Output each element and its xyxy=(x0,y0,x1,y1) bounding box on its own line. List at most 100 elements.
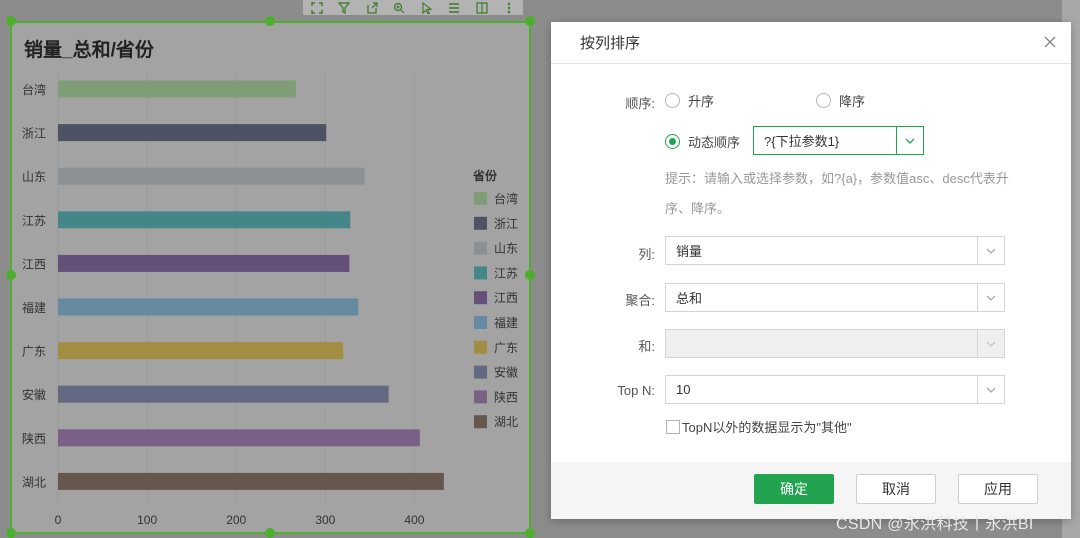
chart-panel[interactable]: 销量_总和/省份 0 100 200 300 400 台湾 浙江 山东 江苏 江西 福建 广东 安徽 陕西… xyxy=(10,21,531,534)
y-tick-label: 福建 xyxy=(22,300,46,315)
legend-item-label: 安徽 xyxy=(494,365,518,380)
radio-asc[interactable]: 升序 xyxy=(665,91,714,110)
bar xyxy=(58,472,444,490)
checkbox-box[interactable] xyxy=(666,419,680,434)
topn-value: 10 xyxy=(676,382,691,397)
radio-desc-dot[interactable] xyxy=(816,93,831,108)
bar xyxy=(58,254,350,272)
chevron-down-icon[interactable] xyxy=(896,127,923,154)
dialog-header: 按列排序 xyxy=(551,22,1071,64)
y-tick-label: 浙江 xyxy=(22,127,46,141)
y-tick-label: 陕西 xyxy=(22,431,46,446)
sort-by-column-dialog: 按列排序 顺序: 升序 降序 动态顺序 ?{下拉参数1} 提示：请输入或选择参数… xyxy=(551,22,1071,519)
legend-swatch xyxy=(474,390,487,404)
more-icon[interactable] xyxy=(502,2,516,14)
legend-item-label: 福建 xyxy=(494,315,518,330)
chevron-down-icon[interactable] xyxy=(977,376,1004,403)
column-select[interactable]: 销量 xyxy=(665,236,1005,265)
chevron-down-icon xyxy=(977,330,1004,357)
ok-button[interactable]: 确定 xyxy=(754,474,834,504)
filter-icon[interactable] xyxy=(337,1,351,14)
resize-handle-top-right[interactable] xyxy=(525,16,535,26)
legend-swatch xyxy=(474,415,487,429)
y-tick-label: 山东 xyxy=(22,170,46,184)
radio-dynamic[interactable]: 动态顺序 xyxy=(665,132,740,151)
list-icon[interactable] xyxy=(447,2,461,14)
order-label: 顺序: xyxy=(625,96,655,111)
sum-select xyxy=(665,329,1005,358)
legend-swatch xyxy=(474,266,487,280)
bar xyxy=(58,429,420,447)
resize-handle-bottom-right[interactable] xyxy=(525,528,535,538)
radio-asc-dot[interactable] xyxy=(665,93,680,108)
cancel-button[interactable]: 取消 xyxy=(856,474,936,504)
legend-item-label: 浙江 xyxy=(494,217,518,231)
radio-desc[interactable]: 降序 xyxy=(816,91,865,110)
resize-handle-mid-left[interactable] xyxy=(6,270,16,280)
aggregation-select[interactable]: 总和 xyxy=(665,283,1005,312)
legend-swatch xyxy=(474,192,487,205)
bar xyxy=(58,298,359,316)
resize-handle-bottom-center[interactable] xyxy=(265,528,275,538)
topn-other-checkbox[interactable]: TopN以外的数据显示为"其他" xyxy=(666,417,852,436)
aggregation-value: 总和 xyxy=(676,291,703,306)
bar xyxy=(58,167,365,185)
radio-dynamic-label: 动态顺序 xyxy=(688,135,741,150)
legend-swatch xyxy=(474,340,487,354)
watermark: CSDN @永洪科技丨永洪BI xyxy=(836,516,1034,533)
close-icon[interactable] xyxy=(1043,35,1057,49)
legend-item-label: 江苏 xyxy=(494,266,518,280)
y-tick-label: 台湾 xyxy=(22,82,46,97)
radio-desc-label: 降序 xyxy=(839,94,866,109)
y-tick-label: 江西 xyxy=(22,257,46,271)
legend-item-label: 陕西 xyxy=(494,389,518,404)
x-tick-label: 0 xyxy=(55,513,62,527)
resize-handle-top-left[interactable] xyxy=(6,16,16,26)
y-tick-label: 广东 xyxy=(22,345,46,359)
bar xyxy=(58,342,344,360)
bar-chart: 0 100 200 300 400台湾浙江山东江苏江西福建广东安徽陕西湖北省份台湾浙江山… xyxy=(22,71,518,527)
export-icon[interactable] xyxy=(365,1,379,14)
legend-item-label: 山东 xyxy=(494,242,518,256)
legend-item-label: 江西 xyxy=(494,291,518,305)
dialog-title: 按列排序 xyxy=(580,35,641,52)
radio-dynamic-dot[interactable] xyxy=(665,134,680,149)
expand-icon[interactable] xyxy=(310,1,324,14)
bar xyxy=(58,211,351,229)
y-tick-label: 安徽 xyxy=(22,387,46,402)
dynamic-order-value: ?{下拉参数1} xyxy=(764,134,840,149)
select-icon[interactable] xyxy=(420,1,434,14)
column-label: 列: xyxy=(638,247,655,262)
legend-swatch xyxy=(474,241,487,255)
chevron-down-icon[interactable] xyxy=(977,284,1004,311)
zoom-icon[interactable] xyxy=(392,2,406,14)
legend-item-label: 广东 xyxy=(494,341,518,355)
x-tick-label: 300 xyxy=(315,513,335,527)
x-tick-label: 200 xyxy=(226,513,246,527)
y-tick-label: 湖北 xyxy=(22,474,46,489)
legend-swatch xyxy=(474,316,487,329)
radio-asc-label: 升序 xyxy=(688,94,715,109)
sum-label: 和: xyxy=(638,339,655,354)
legend-swatch xyxy=(474,291,487,305)
component-toolbar xyxy=(303,0,523,15)
dynamic-order-select[interactable]: ?{下拉参数1} xyxy=(753,126,924,155)
resize-handle-mid-right[interactable] xyxy=(525,270,535,280)
legend-title: 省份 xyxy=(472,168,498,183)
chevron-down-icon[interactable] xyxy=(977,237,1004,264)
x-tick-label: 100 xyxy=(137,513,157,527)
topn-select[interactable]: 10 xyxy=(665,375,1005,404)
hint-text: 提示：请输入或选择参数，如?{a}，参数值asc、desc代表升序、降序。 xyxy=(665,171,1009,216)
layout-icon[interactable] xyxy=(475,1,489,14)
aggregation-label: 聚合: xyxy=(625,293,655,308)
y-tick-label: 江苏 xyxy=(22,214,46,228)
column-value: 销量 xyxy=(676,244,703,259)
resize-handle-top-center[interactable] xyxy=(265,16,275,26)
x-tick-label: 400 xyxy=(404,513,424,527)
bar xyxy=(58,385,389,403)
legend-item-label: 台湾 xyxy=(494,191,518,206)
apply-button[interactable]: 应用 xyxy=(958,474,1038,504)
legend-swatch xyxy=(474,365,487,379)
bar xyxy=(58,124,327,142)
resize-handle-bottom-left[interactable] xyxy=(6,528,16,538)
